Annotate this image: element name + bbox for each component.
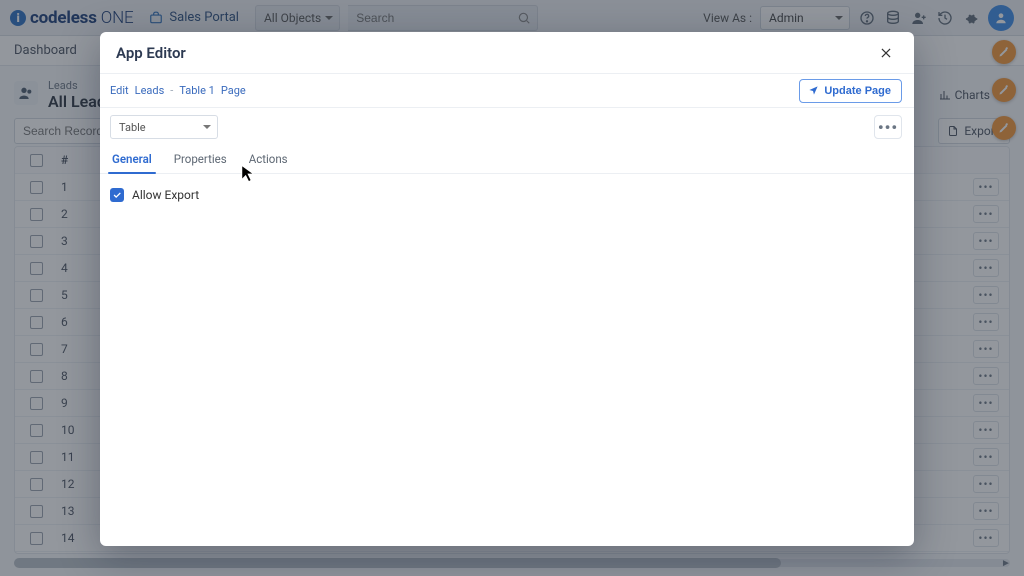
allow-export-label: Allow Export: [132, 188, 199, 202]
tab-actions[interactable]: Actions: [247, 152, 290, 173]
component-type-dropdown[interactable]: Table: [110, 115, 218, 139]
breadcrumb-item[interactable]: Leads: [135, 84, 165, 97]
modal-title: App Editor: [116, 44, 186, 62]
checkmark-icon: [112, 190, 122, 200]
modal-body: Allow Export: [100, 174, 914, 546]
app-editor-modal: App Editor Edit Leads - Table 1 Page Upd…: [100, 32, 914, 546]
paper-plane-icon: [808, 85, 819, 96]
modal-toolbar: Table •••: [100, 108, 914, 146]
breadcrumb-item[interactable]: Edit: [110, 84, 129, 97]
breadcrumb[interactable]: Edit Leads - Table 1 Page: [110, 84, 246, 97]
breadcrumb-item[interactable]: Table 1: [179, 84, 215, 97]
modal-subheader: Edit Leads - Table 1 Page Update Page: [100, 74, 914, 108]
modal-tabs: General Properties Actions: [100, 146, 914, 174]
more-options-button[interactable]: •••: [874, 115, 902, 139]
close-icon: [879, 46, 893, 60]
allow-export-row[interactable]: Allow Export: [110, 188, 902, 202]
update-page-button[interactable]: Update Page: [799, 79, 902, 103]
update-page-label: Update Page: [824, 85, 891, 97]
breadcrumb-item[interactable]: Page: [221, 84, 246, 97]
tab-general[interactable]: General: [110, 152, 154, 173]
modal-header: App Editor: [100, 32, 914, 74]
allow-export-checkbox[interactable]: [110, 188, 124, 202]
tab-properties[interactable]: Properties: [172, 152, 229, 173]
component-type-value: Table: [119, 121, 146, 134]
breadcrumb-separator: -: [170, 84, 173, 97]
modal-close-button[interactable]: [874, 41, 898, 65]
